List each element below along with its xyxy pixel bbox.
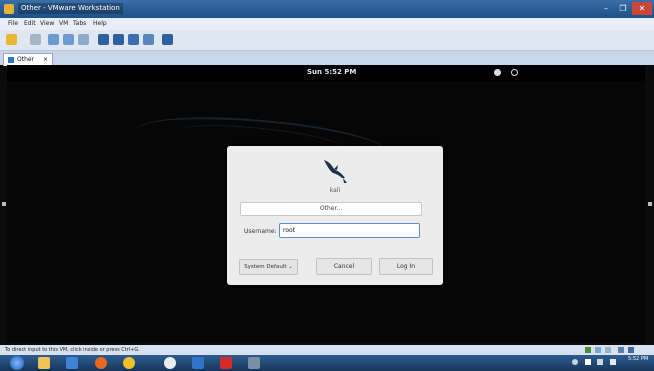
user-selector-label: Other... bbox=[319, 205, 343, 212]
vmware-app-icon bbox=[4, 4, 14, 14]
minimize-button[interactable]: – bbox=[598, 2, 614, 15]
settings-app-icon[interactable] bbox=[164, 357, 176, 369]
hostname-label: kali bbox=[329, 187, 341, 194]
snapshot-icon[interactable] bbox=[48, 34, 59, 45]
session-label: System Default bbox=[244, 264, 287, 270]
tab-bar: Other × bbox=[0, 51, 654, 66]
hard-disk-icon[interactable] bbox=[585, 347, 591, 353]
window-title: Other - VMware Workstation bbox=[18, 3, 123, 14]
username-input[interactable]: root bbox=[279, 223, 420, 238]
status-hint: To direct input to this VM, click inside… bbox=[5, 347, 140, 353]
sound-card-icon[interactable] bbox=[618, 347, 624, 353]
menu-bar: File Edit View VM Tabs Help bbox=[0, 18, 654, 30]
menu-vm[interactable]: VM bbox=[59, 19, 68, 29]
toolbar bbox=[0, 30, 654, 51]
username-value: root bbox=[283, 227, 296, 234]
network-tray-icon[interactable] bbox=[585, 359, 591, 365]
network-adapter-icon[interactable] bbox=[595, 347, 601, 353]
session-dropdown[interactable]: System Default ⌄ bbox=[239, 259, 298, 275]
tab-label: Other bbox=[17, 56, 35, 63]
vm-console[interactable]: Sun 5:52 PM kali Other... Username: root… bbox=[7, 65, 645, 343]
left-resize-handle[interactable] bbox=[2, 202, 6, 206]
unity-icon[interactable] bbox=[143, 34, 154, 45]
file-explorer-icon[interactable] bbox=[38, 357, 50, 369]
tab-close-icon[interactable]: × bbox=[43, 54, 48, 65]
kali-dragon-logo-icon bbox=[324, 160, 347, 183]
accessibility-icon[interactable] bbox=[494, 69, 501, 76]
user-selector[interactable]: Other... bbox=[240, 202, 422, 216]
menu-tabs[interactable]: Tabs bbox=[73, 19, 86, 29]
console-view-icon[interactable] bbox=[162, 34, 173, 45]
menu-view[interactable]: View bbox=[40, 19, 54, 29]
menu-edit[interactable]: Edit bbox=[24, 19, 36, 29]
taskbar-clock[interactable]: 5:52 PM bbox=[628, 356, 648, 363]
gnome-top-bar: Sun 5:52 PM bbox=[7, 65, 645, 81]
firefox-icon[interactable] bbox=[95, 357, 107, 369]
login-dialog: kali Other... Username: root System Defa… bbox=[227, 146, 443, 285]
start-button-icon[interactable] bbox=[10, 356, 24, 370]
login-button[interactable]: Log In bbox=[379, 258, 433, 275]
acrobat-icon[interactable] bbox=[220, 357, 232, 369]
volume-tray-icon[interactable] bbox=[597, 359, 603, 365]
power-icon[interactable] bbox=[6, 34, 17, 45]
vm-tab-icon bbox=[8, 56, 14, 63]
full-screen-icon[interactable] bbox=[128, 34, 139, 45]
vmware-taskbar-icon[interactable] bbox=[248, 357, 260, 369]
usb-icon[interactable] bbox=[605, 347, 611, 353]
battery-tray-icon[interactable] bbox=[610, 359, 616, 365]
menu-help[interactable]: Help bbox=[93, 19, 107, 29]
snapshot-manager-icon[interactable] bbox=[78, 34, 89, 45]
chrome-icon[interactable] bbox=[123, 357, 135, 369]
send-ctrl-alt-del-icon[interactable] bbox=[30, 34, 41, 45]
word-icon[interactable] bbox=[192, 357, 204, 369]
clock[interactable]: Sun 5:52 PM bbox=[307, 68, 356, 76]
revert-snapshot-icon[interactable] bbox=[63, 34, 74, 45]
power-menu-icon[interactable] bbox=[511, 69, 518, 76]
close-window-button[interactable]: ✕ bbox=[632, 2, 652, 15]
maximize-button[interactable]: ❐ bbox=[615, 2, 631, 15]
chevron-down-icon: ⌄ bbox=[288, 264, 293, 270]
show-library-icon[interactable] bbox=[98, 34, 109, 45]
status-bar: To direct input to this VM, click inside… bbox=[0, 345, 654, 355]
cancel-button[interactable]: Cancel bbox=[316, 258, 372, 275]
username-label: Username: bbox=[244, 228, 277, 235]
menu-file[interactable]: File bbox=[8, 19, 18, 29]
display-icon[interactable] bbox=[628, 347, 634, 353]
media-player-icon[interactable] bbox=[66, 357, 78, 369]
action-center-icon[interactable] bbox=[572, 359, 578, 365]
windows-taskbar: 5:52 PM bbox=[0, 355, 654, 371]
thumbnail-bar-icon[interactable] bbox=[113, 34, 124, 45]
right-resize-handle[interactable] bbox=[648, 202, 652, 206]
window-titlebar: Other - VMware Workstation – ❐ ✕ bbox=[0, 0, 654, 18]
